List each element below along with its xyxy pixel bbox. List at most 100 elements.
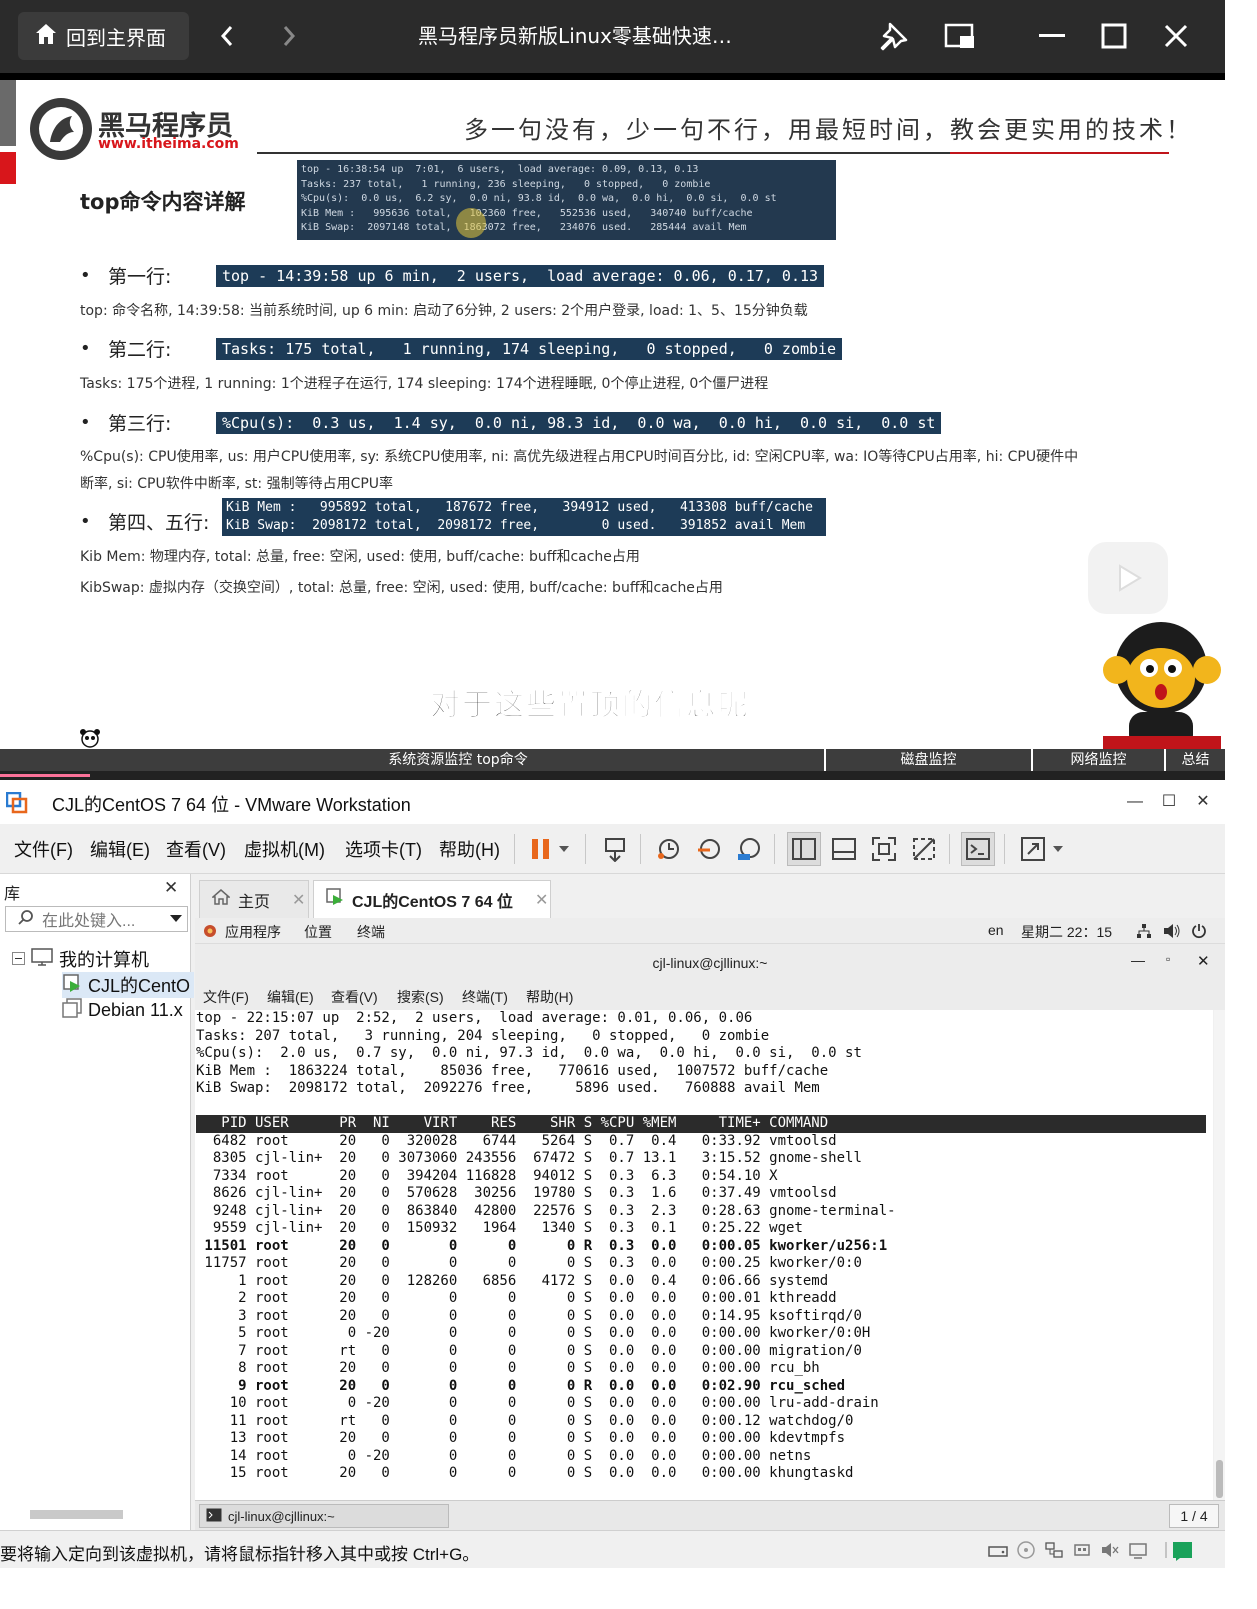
minimize-icon[interactable] <box>1036 18 1068 54</box>
gnome-input-lang[interactable]: en <box>988 922 1004 938</box>
process-row: 10 root 0 -20 0 0 0 S 0.0 0.0 0:00.00 lr… <box>196 1395 879 1411</box>
send-ctrl-alt-del-icon[interactable] <box>598 832 632 866</box>
stretch-icon[interactable] <box>1016 832 1050 866</box>
process-row: 9248 cjl-lin+ 20 0 863840 42800 22576 S … <box>196 1202 896 1219</box>
chapter-segment[interactable]: 网络监控 <box>1033 749 1166 771</box>
usb-icon[interactable] <box>1072 1541 1092 1559</box>
stretch-dropdown-icon[interactable] <box>1048 832 1068 866</box>
vmware-title: CJL的CentOS 7 64 位 - VMware Workstation <box>52 795 411 815</box>
unity-icon[interactable] <box>907 832 941 866</box>
chevron-down-icon[interactable] <box>169 910 183 928</box>
forward-arrow-icon[interactable] <box>274 18 304 54</box>
process-row: 11501 root 20 0 0 0 0 R 0.3 0.0 0:00.05 … <box>196 1237 888 1254</box>
back-arrow-icon[interactable] <box>212 18 242 54</box>
menu-vm[interactable]: 虚拟机(M) <box>240 834 329 864</box>
library-panel: 库 ✕ 在此处键入... 我的计算机 CJL的CentO Debian 11.x <box>0 874 195 1530</box>
revert-snapshot-icon[interactable] <box>692 832 726 866</box>
console-view-icon[interactable] <box>961 832 995 866</box>
terminal-menu-terminal[interactable]: 终端(T) <box>462 987 508 1007</box>
tree-my-computer[interactable]: 我的计算机 <box>12 946 149 972</box>
slogan-underline-red <box>950 152 1169 154</box>
terminal-menu-help[interactable]: 帮助(H) <box>526 987 573 1007</box>
close-icon[interactable]: ✕ <box>1197 952 1210 970</box>
close-icon[interactable]: ✕ <box>1190 790 1216 814</box>
network-icon[interactable] <box>1136 923 1152 942</box>
menu-edit[interactable]: 编辑(E) <box>86 834 154 864</box>
gnome-places-menu[interactable]: 位置 <box>304 922 332 942</box>
terminal-menu-edit[interactable]: 编辑(E) <box>267 987 314 1007</box>
process-row: 5 root 0 -20 0 0 0 S 0.0 0.0 0:00.00 kwo… <box>196 1325 871 1341</box>
minimize-icon[interactable]: — <box>1131 952 1145 968</box>
brand-url: www.itheima.com <box>98 136 239 152</box>
terminal-title: cjl-linux@cjllinux:~ <box>652 955 768 971</box>
screenshot-line: top - 16:38:54 up 7:01, 6 users, load av… <box>301 164 699 175</box>
maximize-icon[interactable]: ▫ <box>1166 952 1170 966</box>
workspace-indicator[interactable]: 1 / 4 <box>1169 1504 1219 1528</box>
full-screen-icon[interactable] <box>867 832 901 866</box>
top-summary-line: top - 22:15:07 up 2:52, 2 users, load av… <box>196 1010 753 1026</box>
play-icon[interactable] <box>1088 542 1168 614</box>
gnome-terminal-menu[interactable]: 终端 <box>357 922 385 942</box>
hard-disk-icon[interactable] <box>988 1541 1008 1559</box>
tree-label: 我的计算机 <box>59 950 149 970</box>
scrollbar-thumb[interactable] <box>1216 1460 1223 1498</box>
volume-icon[interactable] <box>1163 923 1181 942</box>
library-toggle-icon[interactable] <box>787 832 821 866</box>
vmware-window: CJL的CentOS 7 64 位 - VMware Workstation —… <box>0 780 1225 1568</box>
message-log-icon[interactable] <box>1172 1541 1194 1561</box>
tab-home[interactable]: 主页 ✕ <box>199 880 309 918</box>
horse-logo-icon <box>30 98 92 160</box>
pause-dropdown-icon[interactable] <box>554 832 574 866</box>
display-icon[interactable] <box>1128 1541 1148 1559</box>
process-row: 7334 root 20 0 394204 116828 94012 S 0.3… <box>196 1167 778 1184</box>
close-tab-icon[interactable]: ✕ <box>292 890 305 910</box>
minimize-icon[interactable]: — <box>1122 790 1148 814</box>
library-search-input[interactable]: 在此处键入... <box>5 906 188 932</box>
thumbnail-bar-icon[interactable] <box>827 832 861 866</box>
picture-in-picture-icon[interactable] <box>942 18 978 54</box>
tree-label: Debian 11.x <box>88 1000 183 1020</box>
chapter-segment[interactable]: 总结 <box>1166 749 1225 771</box>
sound-icon[interactable] <box>1100 1541 1120 1559</box>
tree-vm-centos[interactable]: CJL的CentO <box>62 972 195 998</box>
menu-file[interactable]: 文件(F) <box>10 834 77 864</box>
row3-desc: %Cpu(s): CPU使用率, us: 用户CPU使用率, sy: 系统CPU… <box>80 449 1079 465</box>
terminal-menu-search[interactable]: 搜索(S) <box>397 987 444 1007</box>
maximize-icon[interactable] <box>1098 18 1130 54</box>
tab-centos[interactable]: CJL的CentOS 7 64 位 ✕ <box>313 880 551 918</box>
menu-help[interactable]: 帮助(H) <box>435 834 504 864</box>
terminal-menu-view[interactable]: 查看(V) <box>331 987 378 1007</box>
vmware-status-bar: 要将输入定向到该虚拟机，请将鼠标指针移入其中或按 Ctrl+G。 <box>0 1530 1225 1568</box>
power-icon[interactable] <box>1191 923 1207 942</box>
tree-vm-debian[interactable]: Debian 11.x <box>62 998 183 1023</box>
close-icon[interactable]: ✕ <box>164 878 178 898</box>
menu-view[interactable]: 查看(V) <box>162 834 230 864</box>
chapter-segment[interactable]: 系统资源监控 top命令 <box>92 749 826 771</box>
progress-bar[interactable] <box>0 771 1225 780</box>
terminal-scrollbar[interactable] <box>1214 1010 1225 1500</box>
video-frame[interactable]: 黑马程序员 www.itheima.com 多一句没有，少一句不行，用最短时间，… <box>0 80 1225 749</box>
gnome-clock[interactable]: 星期二 22：15 <box>1021 922 1112 942</box>
close-icon[interactable] <box>1160 18 1192 54</box>
library-scrollbar[interactable] <box>30 1510 123 1519</box>
cd-icon[interactable] <box>1016 1541 1036 1559</box>
player-title-bar: 回到主界面 黑马程序员新版Linux零基础快速… <box>0 0 1225 73</box>
network-adapter-icon[interactable] <box>1044 1541 1064 1559</box>
collapse-icon[interactable] <box>12 949 25 970</box>
close-tab-icon[interactable]: ✕ <box>535 890 548 910</box>
gnome-applications-menu[interactable]: 应用程序 <box>225 922 281 942</box>
pause-icon[interactable] <box>524 832 558 866</box>
terminal-menu-file[interactable]: 文件(F) <box>203 987 249 1007</box>
terminal-output[interactable]: top - 22:15:07 up 2:52, 2 users, load av… <box>195 1010 1213 1500</box>
maximize-icon[interactable]: ☐ <box>1156 790 1182 814</box>
taskbar-terminal-button[interactable]: cjl-linux@cjllinux:~ <box>199 1504 449 1528</box>
home-button[interactable]: 回到主界面 <box>18 12 189 60</box>
menu-tabs[interactable]: 选项卡(T) <box>341 834 426 864</box>
screenshot-line: %Cpu(s): 0.0 us, 6.2 sy, 0.0 ni, 93.8 id… <box>301 193 777 205</box>
snapshot-icon[interactable] <box>652 832 686 866</box>
chapter-segment[interactable]: 磁盘监控 <box>826 749 1033 771</box>
snapshot-manager-icon[interactable] <box>732 832 766 866</box>
process-table-header: PID USER PR NI VIRT RES SHR S %CPU %MEM … <box>196 1115 1206 1133</box>
pin-icon[interactable] <box>876 18 912 54</box>
terminal-menu-bar: 文件(F) 编辑(E) 查看(V) 搜索(S) 终端(T) 帮助(H) <box>195 984 1225 1010</box>
